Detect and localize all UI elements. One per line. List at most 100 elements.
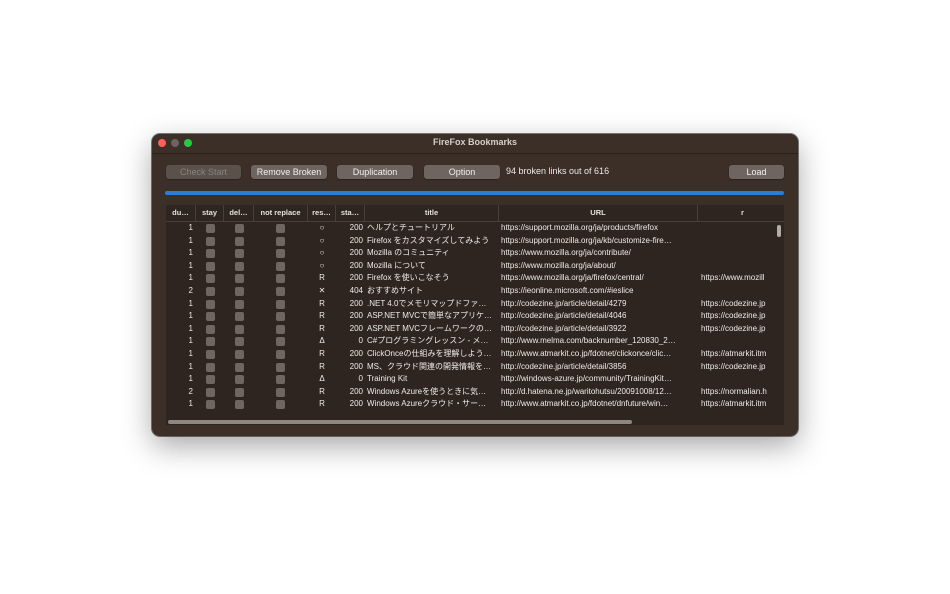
- status-code-cell: 200: [349, 273, 363, 283]
- col-delete-header[interactable]: del…: [224, 205, 254, 221]
- stay-checkbox[interactable]: [206, 337, 215, 347]
- stay-checkbox[interactable]: [206, 224, 215, 233]
- delete-checkbox[interactable]: [235, 324, 244, 334]
- dup-count-cell: 1: [188, 223, 193, 232]
- stay-checkbox[interactable]: [206, 287, 215, 296]
- delete-checkbox[interactable]: [235, 249, 244, 259]
- stay-checkbox[interactable]: [206, 249, 215, 259]
- result-cell: Δ: [319, 336, 325, 346]
- table-row[interactable]: 1 R 200 .NET 4.0でメモリマップドファ… http://codezine.…: [166, 298, 774, 311]
- url-cell: http://codezine.jp/article/detail/3856: [501, 361, 627, 371]
- table-row[interactable]: 1 Δ 0 C#プログラミングレッスン - メ… http://www.melma.co…: [166, 335, 774, 348]
- table-row[interactable]: 1 ○ 200 Mozilla について https://www.mozilla.org…: [166, 260, 774, 273]
- delete-checkbox[interactable]: [235, 299, 244, 309]
- not-replace-checkbox[interactable]: [276, 261, 285, 271]
- stay-checkbox[interactable]: [206, 299, 215, 309]
- table-row[interactable]: 1 R 200 MS、クラウド関連の開発情報を… http://codezine.jp/…: [166, 361, 774, 374]
- title-cell: ClickOnceの仕組みを理解しよう…: [367, 349, 492, 358]
- col-status-header[interactable]: sta…: [336, 205, 365, 221]
- stay-checkbox[interactable]: [206, 312, 215, 322]
- table-row[interactable]: 1 R 200 Firefox を使いこなそう https://www.mozilla.…: [166, 272, 774, 285]
- dup-count-cell: 1: [188, 399, 193, 409]
- col-title-header[interactable]: title: [365, 205, 499, 221]
- not-replace-checkbox[interactable]: [276, 337, 285, 347]
- title-cell: ヘルプとチュートリアル: [367, 223, 455, 232]
- not-replace-checkbox[interactable]: [276, 274, 285, 284]
- load-button[interactable]: Load: [729, 165, 784, 179]
- table-row[interactable]: 1 R 200 Windows Azureクラウド・サー… http://www.atm…: [166, 398, 774, 411]
- delete-checkbox[interactable]: [235, 261, 244, 271]
- delete-checkbox[interactable]: [235, 274, 244, 284]
- duplication-button[interactable]: Duplication: [337, 165, 413, 179]
- delete-checkbox[interactable]: [235, 387, 244, 397]
- title-cell: ASP.NET MVCで簡単なアプリケ…: [367, 311, 493, 321]
- table-row[interactable]: 1 R 200 ASP.NET MVCフレームワークの… http://codezine…: [166, 323, 774, 336]
- not-replace-checkbox[interactable]: [276, 350, 285, 359]
- vertical-scroll-thumb[interactable]: [777, 225, 781, 237]
- table-row[interactable]: 1 ○ 200 Firefox をカスタマイズしてみよう https://support…: [166, 235, 774, 248]
- title-cell: おすすめサイト: [367, 286, 423, 295]
- col-dup-header[interactable]: du…: [166, 205, 196, 221]
- stay-checkbox[interactable]: [206, 387, 215, 397]
- not-replace-checkbox[interactable]: [276, 236, 285, 246]
- result-cell: R: [319, 386, 325, 396]
- stay-checkbox[interactable]: [206, 375, 215, 385]
- not-replace-checkbox[interactable]: [276, 400, 285, 410]
- delete-checkbox[interactable]: [235, 350, 244, 359]
- title-bar: FireFox Bookmarks: [152, 134, 798, 154]
- delete-checkbox[interactable]: [235, 224, 244, 233]
- col-result-header[interactable]: res…: [308, 205, 336, 221]
- url-cell: https://support.mozilla.org/ja/kb/custom…: [501, 235, 672, 245]
- stay-checkbox[interactable]: [206, 236, 215, 246]
- table-row[interactable]: 1 Δ 0 Training Kit http://windows-azure.jp/c…: [166, 373, 774, 386]
- table-row[interactable]: 1 ○ 200 Mozilla のコミュニティ https://www.mozilla.…: [166, 247, 774, 260]
- option-button[interactable]: Option: [424, 165, 500, 179]
- result-cell: ○: [319, 260, 325, 270]
- stay-checkbox[interactable]: [206, 350, 215, 359]
- check-start-button[interactable]: Check Start: [166, 165, 241, 179]
- redirect-url-cell: [701, 335, 774, 348]
- status-code-cell: 200: [349, 349, 363, 358]
- not-replace-checkbox[interactable]: [276, 387, 285, 397]
- delete-checkbox[interactable]: [235, 236, 244, 246]
- stay-checkbox[interactable]: [206, 400, 215, 410]
- not-replace-checkbox[interactable]: [276, 312, 285, 322]
- status-code-cell: 200: [349, 260, 363, 270]
- not-replace-checkbox[interactable]: [276, 324, 285, 334]
- not-replace-checkbox[interactable]: [276, 299, 285, 309]
- status-code-cell: 0: [358, 374, 363, 384]
- dup-count-cell: 1: [188, 349, 193, 358]
- not-replace-checkbox[interactable]: [276, 224, 285, 233]
- col-not-replace-header[interactable]: not replace: [254, 205, 308, 221]
- stay-checkbox[interactable]: [206, 261, 215, 271]
- result-cell: R: [319, 349, 325, 358]
- table-row[interactable]: 2 R 200 Windows Azureを使うときに気… http://d.haten…: [166, 386, 774, 399]
- delete-checkbox[interactable]: [235, 287, 244, 296]
- table-row[interactable]: 1 ○ 200 ヘルプとチュートリアル https://support.mozilla.…: [166, 222, 774, 235]
- delete-checkbox[interactable]: [235, 375, 244, 385]
- not-replace-checkbox[interactable]: [276, 362, 285, 372]
- delete-checkbox[interactable]: [235, 337, 244, 347]
- delete-checkbox[interactable]: [235, 362, 244, 372]
- vertical-scrollbar[interactable]: [777, 222, 782, 412]
- col-redirect-header[interactable]: r: [698, 205, 784, 221]
- url-cell: http://www.atmarkit.co.jp/fdotnet/dnfutu…: [501, 399, 669, 409]
- not-replace-checkbox[interactable]: [276, 375, 285, 385]
- table-row[interactable]: 2 ✕ 404 おすすめサイト https://ieonline.microsoft.c…: [166, 285, 774, 298]
- not-replace-checkbox[interactable]: [276, 249, 285, 259]
- table-row[interactable]: 1 R 200 ClickOnceの仕組みを理解しよう… http://www.atma…: [166, 348, 774, 361]
- horizontal-scroll-thumb[interactable]: [168, 420, 632, 424]
- table-row[interactable]: 1 R 200 ASP.NET MVCで簡単なアプリケ… http://codezine…: [166, 310, 774, 323]
- delete-checkbox[interactable]: [235, 312, 244, 322]
- col-url-header[interactable]: URL: [499, 205, 698, 221]
- stay-checkbox[interactable]: [206, 324, 215, 334]
- stay-checkbox[interactable]: [206, 362, 215, 372]
- delete-checkbox[interactable]: [235, 400, 244, 410]
- dup-count-cell: 1: [188, 311, 193, 321]
- redirect-url-cell: https://codezine.jp: [701, 311, 766, 321]
- col-stay-header[interactable]: stay: [196, 205, 224, 221]
- stay-checkbox[interactable]: [206, 274, 215, 284]
- progress-bar: [165, 191, 784, 195]
- remove-broken-button[interactable]: Remove Broken: [251, 165, 327, 179]
- not-replace-checkbox[interactable]: [276, 287, 285, 296]
